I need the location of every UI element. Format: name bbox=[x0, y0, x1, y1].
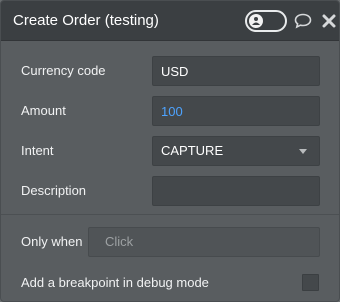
panel-header: Create Order (testing) bbox=[1, 1, 339, 41]
intent-select[interactable]: CAPTURE bbox=[152, 136, 320, 166]
breakpoint-label: Add a breakpoint in debug mode bbox=[21, 275, 209, 290]
intent-selected-value: CAPTURE bbox=[161, 143, 224, 158]
section-divider bbox=[1, 214, 339, 215]
chevron-down-icon bbox=[299, 149, 307, 154]
panel-title: Create Order (testing) bbox=[13, 12, 159, 29]
breakpoint-checkbox[interactable] bbox=[302, 274, 319, 291]
amount-input[interactable] bbox=[152, 96, 320, 126]
debug-toggle-icon bbox=[249, 14, 263, 28]
action-properties-panel: Create Order (testing) Currency code Amo… bbox=[0, 0, 340, 302]
description-input[interactable] bbox=[152, 176, 320, 206]
currency-code-input[interactable] bbox=[152, 56, 320, 86]
only-when-label: Only when bbox=[21, 234, 83, 249]
description-label: Description bbox=[21, 183, 87, 198]
currency-code-label: Currency code bbox=[21, 63, 106, 78]
amount-label: Amount bbox=[21, 103, 66, 118]
debug-toggle[interactable] bbox=[245, 10, 287, 32]
close-icon[interactable] bbox=[322, 14, 336, 28]
intent-label: Intent bbox=[21, 143, 54, 158]
only-when-condition-field[interactable]: Click bbox=[88, 227, 320, 257]
comment-icon[interactable] bbox=[294, 13, 312, 29]
only-when-placeholder: Click bbox=[105, 234, 134, 249]
